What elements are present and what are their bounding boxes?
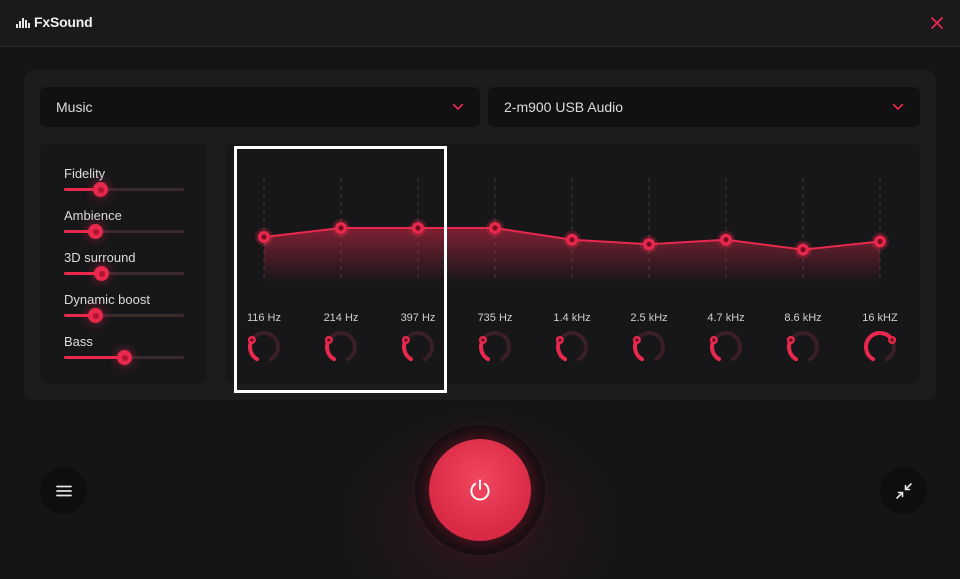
eq-point[interactable]: [640, 235, 658, 254]
band-label: 1.4 kHz: [553, 312, 591, 324]
power-button[interactable]: [429, 439, 531, 541]
eq-point[interactable]: [794, 240, 812, 259]
minimize-arrows-icon: [895, 482, 912, 499]
hamburger-menu-icon: [55, 485, 72, 496]
band-knob[interactable]: [400, 329, 436, 365]
eq-point[interactable]: [332, 219, 350, 237]
band-knob[interactable]: [708, 329, 744, 365]
band-knob[interactable]: [785, 329, 821, 365]
eq-point[interactable]: [409, 219, 427, 237]
band-label: 214 Hz: [323, 312, 359, 324]
eq-point[interactable]: [486, 219, 504, 237]
band-label: 4.7 kHz: [707, 312, 745, 324]
band-knob[interactable]: [554, 329, 590, 365]
eq-point[interactable]: [255, 228, 273, 246]
eq-point[interactable]: [717, 230, 735, 249]
band-knob[interactable]: [323, 329, 359, 365]
band-label: 2.5 kHz: [630, 312, 668, 324]
eq-point[interactable]: [563, 230, 581, 249]
band-knob[interactable]: [862, 329, 898, 365]
band-knob[interactable]: [477, 329, 513, 365]
minimize-button[interactable]: [880, 467, 927, 514]
power-icon: [470, 479, 490, 501]
band-label: 735 Hz: [477, 312, 513, 324]
band-knob[interactable]: [631, 329, 667, 365]
band-label: 116 Hz: [246, 312, 282, 324]
band-label: 8.6 kHz: [784, 312, 822, 324]
band-knob[interactable]: [246, 329, 282, 365]
menu-button[interactable]: [40, 467, 87, 514]
band-label: 397 Hz: [400, 312, 436, 324]
band-label: 16 kHZ: [862, 312, 898, 324]
eq-point[interactable]: [871, 232, 889, 251]
